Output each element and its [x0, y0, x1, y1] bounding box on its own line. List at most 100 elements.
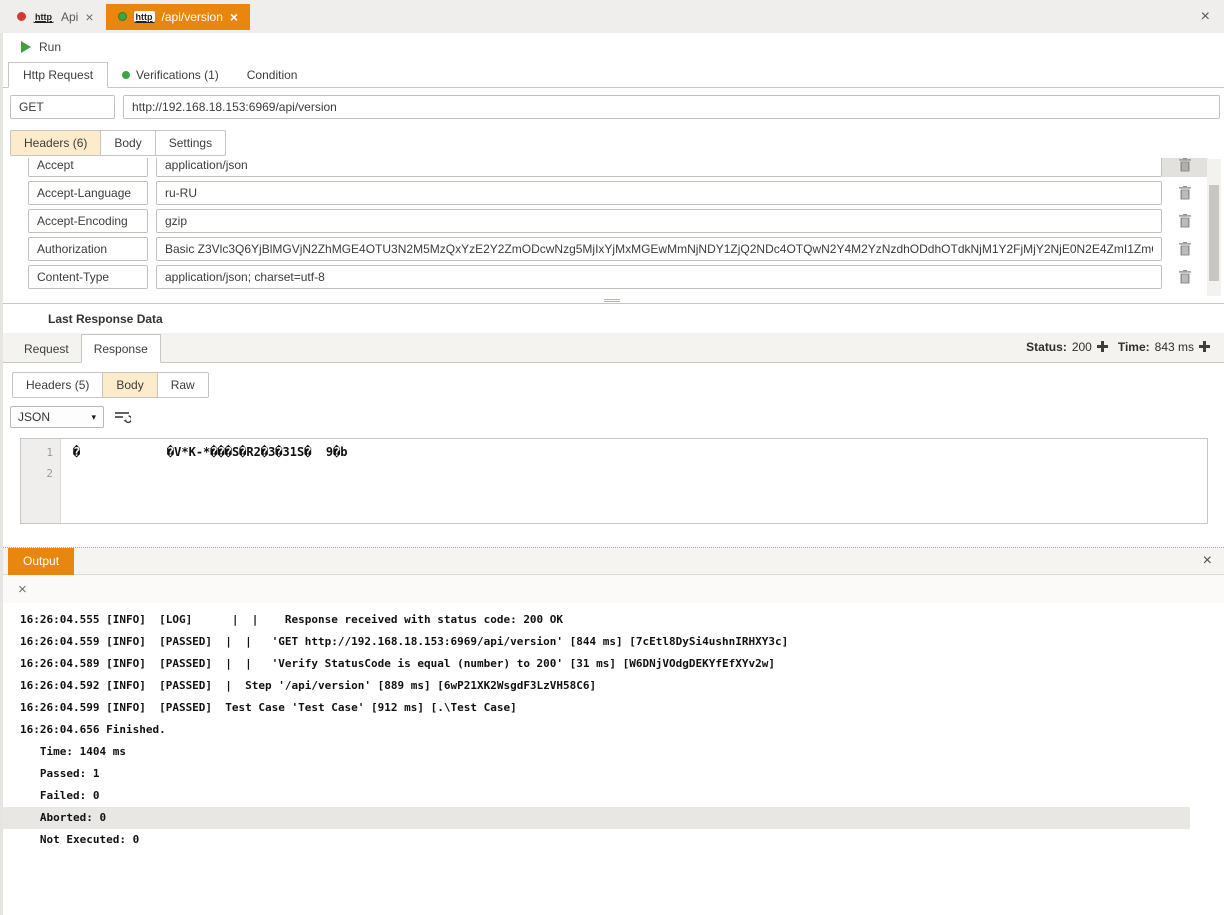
status-metric: Status: 200: [1026, 340, 1108, 354]
editor-gutter: 1 2: [21, 439, 61, 523]
tab-settings[interactable]: Settings: [156, 131, 225, 155]
close-panel-icon[interactable]: ×: [1195, 8, 1216, 26]
log-line: Time: 1404 ms: [0, 741, 1224, 763]
headers-list: [0, 158, 1224, 297]
delete-header-button[interactable]: [1162, 181, 1208, 205]
url-input[interactable]: [123, 95, 1220, 119]
tab-response-body[interactable]: Body: [103, 373, 157, 397]
tab-condition[interactable]: Condition: [233, 62, 312, 88]
status-dot-red-icon: [17, 12, 26, 21]
editor-content[interactable]: � �V*K-*���S�R2�3�31S� 9�b: [61, 439, 1207, 523]
header-value-input[interactable]: [156, 209, 1162, 233]
run-toolbar: Run: [0, 33, 1224, 61]
doc-tab-label: Api: [61, 10, 78, 24]
run-play-icon[interactable]: [21, 41, 31, 53]
http-badge-icon: http: [134, 11, 155, 23]
header-value-input[interactable]: [156, 158, 1162, 177]
output-log: 16:26:04.555 [INFO] [LOG] | | Response r…: [0, 603, 1224, 851]
delete-header-button[interactable]: [1162, 158, 1208, 177]
tab-output[interactable]: Output: [8, 548, 74, 575]
header-row: [28, 207, 1224, 235]
splitter-grip: [604, 301, 620, 302]
line-number: 2: [21, 463, 53, 484]
header-row: [28, 263, 1224, 291]
doc-tab-api[interactable]: http Api ×: [5, 4, 106, 30]
time-metric: Time: 843 ms: [1118, 340, 1210, 354]
header-value-input[interactable]: [156, 237, 1162, 261]
verification-dot-icon: [122, 71, 130, 79]
tab-response-raw[interactable]: Raw: [158, 373, 208, 397]
delete-header-button[interactable]: [1162, 265, 1208, 289]
close-tab-icon[interactable]: ×: [85, 10, 93, 24]
tab-headers[interactable]: Headers (6): [11, 131, 101, 155]
log-line: 16:26:04.555 [INFO] [LOG] | | Response r…: [0, 609, 1224, 631]
tab-http-request[interactable]: Http Request: [8, 62, 108, 88]
app-window: http Api × http /api/version × × Run Htt…: [0, 0, 1224, 915]
close-tab-icon[interactable]: ×: [230, 10, 238, 24]
tab-verifications[interactable]: Verifications (1): [108, 62, 233, 88]
tab-label: Verifications (1): [136, 68, 219, 82]
output-panel: Output × × 16:26:04.555 [INFO] [LOG] | |…: [0, 547, 1224, 851]
tab-body[interactable]: Body: [101, 131, 155, 155]
request-body-tabs: Headers (6) Body Settings: [0, 119, 1224, 156]
log-line: Failed: 0: [0, 785, 1224, 807]
headers-scrollbar[interactable]: [1207, 159, 1221, 296]
header-value-input[interactable]: [156, 265, 1162, 289]
document-tabbar: http Api × http /api/version × ×: [0, 0, 1224, 33]
response-body-tabs: Headers (5) Body Raw: [0, 372, 1224, 398]
response-body: Headers (5) Body Raw JSON ▾ 1 2: [0, 363, 1224, 524]
log-line: Not Executed: 0: [0, 829, 1224, 851]
delete-header-button[interactable]: [1162, 237, 1208, 261]
header-row: [28, 179, 1224, 207]
log-line: 16:26:04.559 [INFO] [PASSED] | | 'GET ht…: [0, 631, 1224, 653]
time-value: 843 ms: [1155, 340, 1194, 354]
log-line: 16:26:04.599 [INFO] [PASSED] Test Case '…: [0, 697, 1224, 719]
header-name-input[interactable]: [28, 209, 148, 233]
log-line: 16:26:04.656 Finished.: [0, 719, 1224, 741]
code-line: � �V*K-*���S�R2�3�31S� 9�b: [73, 442, 1207, 463]
header-name-input[interactable]: [28, 237, 148, 261]
trash-icon: [1179, 158, 1191, 172]
add-time-assertion-plus-icon[interactable]: [1199, 341, 1210, 352]
log-line: Passed: 1: [0, 763, 1224, 785]
tab-response[interactable]: Response: [81, 334, 161, 363]
tab-response-headers[interactable]: Headers (5): [13, 373, 103, 397]
tab-label: Condition: [247, 68, 298, 82]
tab-request[interactable]: Request: [12, 334, 81, 363]
status-dot-green-icon: [118, 12, 127, 21]
add-status-assertion-plus-icon[interactable]: [1097, 341, 1108, 352]
http-badge-icon: http: [33, 11, 54, 23]
log-line: 16:26:04.592 [INFO] [PASSED] | Step '/ap…: [0, 675, 1224, 697]
clear-output-icon[interactable]: ×: [0, 581, 27, 598]
header-value-input[interactable]: [156, 181, 1162, 205]
line-number: 1: [21, 442, 53, 463]
tab-label: Http Request: [23, 68, 93, 82]
url-row: [0, 88, 1224, 119]
time-label: Time:: [1118, 340, 1150, 354]
log-line-highlighted: Aborted: 0: [0, 807, 1190, 829]
scrollbar-thumb[interactable]: [1209, 185, 1219, 281]
doc-tab-api-version[interactable]: http /api/version ×: [106, 4, 251, 30]
chevron-down-icon: ▾: [91, 412, 96, 423]
format-select[interactable]: JSON ▾: [10, 406, 104, 428]
header-name-input[interactable]: [28, 265, 148, 289]
run-button[interactable]: Run: [39, 40, 61, 54]
format-body-icon[interactable]: [114, 411, 131, 424]
trash-icon: [1179, 242, 1191, 256]
header-name-input[interactable]: [28, 181, 148, 205]
status-value: 200: [1072, 340, 1092, 354]
close-output-icon[interactable]: ×: [1191, 552, 1224, 570]
format-select-value: JSON: [18, 410, 50, 424]
response-tabstrip: Request Response Status: 200 Time: 843 m…: [0, 333, 1224, 363]
header-row: [28, 158, 1224, 179]
header-name-input[interactable]: [28, 158, 148, 177]
delete-header-button[interactable]: [1162, 209, 1208, 233]
log-line: 16:26:04.589 [INFO] [PASSED] | | 'Verify…: [0, 653, 1224, 675]
last-response-data-title: Last Response Data: [0, 303, 1224, 333]
output-bar: Output ×: [0, 548, 1224, 575]
format-row: JSON ▾: [0, 398, 1224, 428]
request-tabs: Http Request Verifications (1) Condition: [0, 61, 1224, 88]
trash-icon: [1179, 270, 1191, 284]
response-editor[interactable]: 1 2 � �V*K-*���S�R2�3�31S� 9�b: [20, 438, 1208, 524]
method-input[interactable]: [10, 95, 115, 119]
